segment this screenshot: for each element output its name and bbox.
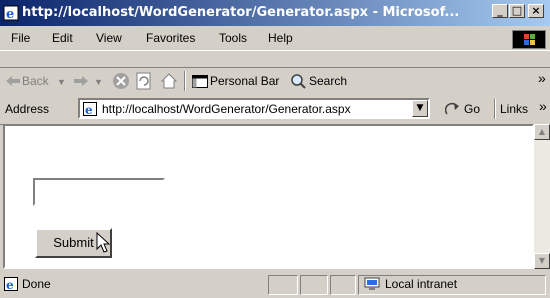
status-bar: e Done Local intranet bbox=[0, 272, 550, 298]
address-input[interactable]: e http://localhost/WordGenerator/Generat… bbox=[78, 98, 430, 119]
vertical-scrollbar[interactable]: ▲ ▼ bbox=[534, 124, 550, 269]
svg-text:e: e bbox=[6, 7, 14, 21]
search-icon bbox=[291, 74, 306, 89]
status-pane bbox=[268, 275, 298, 295]
menu-file[interactable]: File bbox=[11, 26, 30, 50]
close-button[interactable]: × bbox=[528, 4, 544, 18]
refresh-icon[interactable] bbox=[136, 72, 152, 90]
status-text: Done bbox=[22, 277, 51, 291]
home-icon[interactable] bbox=[160, 72, 178, 90]
search-button[interactable]: Search bbox=[309, 74, 347, 88]
menu-tools[interactable]: Tools bbox=[219, 26, 247, 50]
window-title: http://localhost/WordGenerator/Generator… bbox=[22, 5, 460, 20]
standard-toolbar: Back ▼ ▼ Personal Bar Search » bbox=[0, 67, 550, 95]
address-bar: Address e http://localhost/WordGenerator… bbox=[0, 94, 550, 125]
menu-bar: File Edit View Favorites Tools Help bbox=[0, 26, 550, 51]
dropdown-arrow-icon[interactable]: ▼ bbox=[412, 100, 428, 117]
mouse-cursor-icon bbox=[96, 232, 110, 253]
stop-icon[interactable] bbox=[112, 72, 130, 90]
status-pane bbox=[330, 275, 356, 295]
windows-logo bbox=[512, 30, 546, 49]
address-url: http://localhost/WordGenerator/Generator… bbox=[102, 102, 351, 116]
text-input[interactable] bbox=[33, 178, 165, 206]
back-dropdown-icon[interactable]: ▼ bbox=[57, 77, 66, 87]
forward-arrow-icon[interactable] bbox=[74, 76, 88, 86]
go-button[interactable]: Go bbox=[464, 102, 480, 116]
menu-view[interactable]: View bbox=[96, 26, 122, 50]
menu-help[interactable]: Help bbox=[268, 26, 293, 50]
ie-page-icon: e bbox=[4, 277, 18, 291]
back-button[interactable]: Back bbox=[22, 74, 49, 88]
windows-logo-icon bbox=[524, 34, 535, 45]
links-overflow-icon[interactable]: » bbox=[539, 98, 547, 114]
maximize-button[interactable]: □ bbox=[509, 4, 525, 18]
address-label: Address bbox=[5, 102, 50, 116]
scroll-down-button[interactable]: ▼ bbox=[534, 253, 550, 269]
title-bar[interactable]: e http://localhost/WordGenerator/Generat… bbox=[0, 0, 550, 26]
toolbar-separator bbox=[184, 71, 186, 91]
forward-dropdown-icon[interactable]: ▼ bbox=[94, 77, 103, 87]
personal-bar-button[interactable]: Personal Bar bbox=[210, 74, 279, 88]
status-pane bbox=[300, 275, 328, 295]
security-zone: Local intranet bbox=[385, 277, 458, 291]
address-separator bbox=[494, 99, 496, 119]
links-button[interactable]: Links bbox=[500, 102, 528, 116]
toolbar-overflow-icon[interactable]: » bbox=[538, 70, 546, 86]
svg-text:e: e bbox=[85, 103, 93, 116]
intranet-icon bbox=[364, 277, 380, 290]
minimize-button[interactable]: _ bbox=[492, 4, 508, 18]
ie-page-icon: e bbox=[83, 102, 97, 116]
ie-page-icon: e bbox=[3, 5, 19, 21]
menu-edit[interactable]: Edit bbox=[52, 26, 73, 50]
back-arrow-icon bbox=[6, 76, 20, 86]
page-content: Submit bbox=[3, 124, 534, 269]
go-arrow-icon bbox=[445, 102, 459, 115]
svg-text:e: e bbox=[6, 278, 14, 291]
scroll-up-button[interactable]: ▲ bbox=[534, 124, 550, 140]
menu-favorites[interactable]: Favorites bbox=[146, 26, 195, 50]
personal-bar-icon bbox=[192, 75, 208, 88]
